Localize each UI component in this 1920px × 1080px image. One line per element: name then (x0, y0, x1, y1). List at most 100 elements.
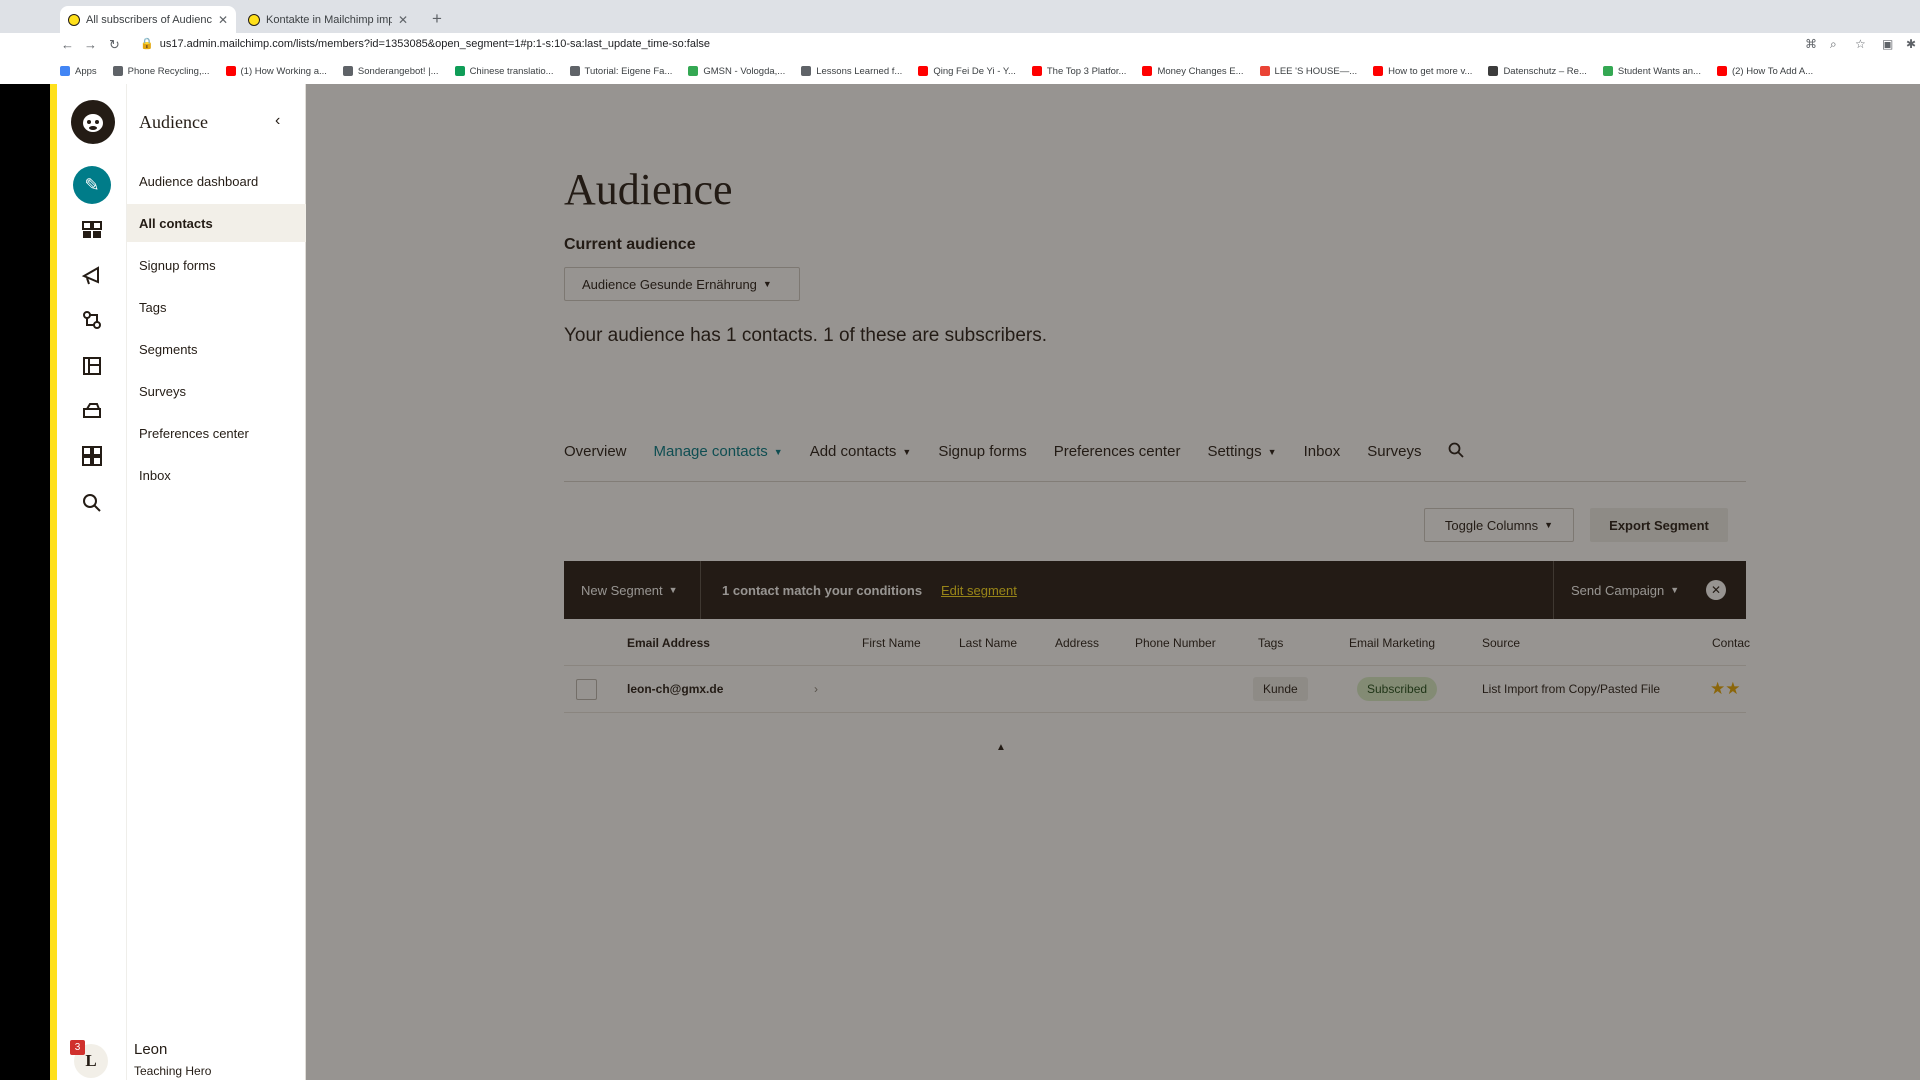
edit-segment-link[interactable]: Edit segment (941, 583, 1017, 598)
bookmark-item[interactable]: Phone Recycling,... (112, 65, 210, 77)
bookmark-item[interactable]: Qing Fei De Yi - Y... (918, 66, 1016, 77)
column-header-contact-rating[interactable]: Contac (1712, 636, 1750, 650)
export-segment-button[interactable]: Export Segment (1590, 508, 1728, 542)
notification-badge[interactable]: 3 (70, 1040, 85, 1055)
sidebar-item-inbox[interactable]: Inbox (127, 456, 306, 494)
tab-signup-forms[interactable]: Signup forms (938, 442, 1026, 481)
sidebar-item-segments[interactable]: Segments (127, 330, 306, 368)
integrations-icon[interactable] (76, 440, 108, 472)
sidebar-item-all-contacts[interactable]: All contacts (127, 204, 306, 242)
chevron-left-icon[interactable]: ‹ (275, 112, 280, 130)
bookmark-label: GMSN - Vologda,... (703, 65, 786, 77)
column-header-last-name[interactable]: Last Name (959, 636, 1017, 650)
close-icon[interactable]: ✕ (1706, 580, 1726, 600)
extension-icon[interactable]: ▣ (1882, 37, 1893, 51)
pencil-icon[interactable]: ✎ (73, 166, 111, 204)
forward-icon[interactable]: → (84, 37, 97, 52)
close-tab-icon[interactable]: ✕ (218, 13, 228, 27)
bookmark-item[interactable]: Chinese translatio... (454, 66, 554, 77)
back-icon[interactable]: ← (61, 37, 74, 52)
chevron-down-icon: ▼ (902, 447, 912, 458)
sidebar-item-tags[interactable]: Tags (127, 288, 306, 326)
bookmark-favicon-icon (112, 66, 123, 76)
main-content: Audience Current audience Audience Gesun… (306, 84, 1920, 1080)
bookmark-favicon-icon (569, 66, 580, 76)
bookmark-label: Tutorial: Eigene Fa... (584, 65, 673, 77)
sidebar-item-preferences-center[interactable]: Preferences center (127, 414, 306, 452)
segment-bar: New Segment ▼ 1 contact match your condit… (564, 561, 1746, 619)
sidebar-item-surveys[interactable]: Surveys (127, 372, 306, 410)
bookmark-favicon-icon (454, 66, 465, 76)
bookmark-item[interactable]: Money Changes E... (1142, 66, 1244, 77)
new-segment-button[interactable]: New Segment ▼ (564, 561, 701, 619)
bookmark-favicon-icon (225, 66, 236, 76)
new-tab-button[interactable]: + (432, 9, 442, 29)
toggle-columns-button[interactable]: Toggle Columns ▼ (1424, 508, 1574, 542)
tab-inbox[interactable]: Inbox (1304, 442, 1341, 481)
bookmark-favicon-icon (918, 66, 929, 76)
bookmark-item[interactable]: The Top 3 Platfor... (1031, 66, 1126, 77)
zoom-icon[interactable]: ⌕ (1830, 37, 1837, 52)
bookmark-item[interactable]: Student Wants an... (1602, 66, 1701, 77)
column-header-first-name[interactable]: First Name (862, 636, 921, 650)
content-icon[interactable] (76, 395, 108, 427)
bookmark-item[interactable]: (1) How Working a... (225, 66, 327, 77)
bookmark-label: Phone Recycling,... (127, 65, 210, 77)
contacts-icon[interactable] (76, 214, 108, 246)
bookmark-item[interactable]: Lessons Learned f... (801, 66, 902, 77)
bookmark-item[interactable]: GMSN - Vologda,... (688, 66, 785, 77)
audience-select[interactable]: Audience Gesunde Ernährung ▼ (564, 267, 800, 301)
row-checkbox[interactable] (576, 679, 597, 700)
browser-tab-active[interactable]: All subscribers of Audience Ge ✕ (60, 6, 236, 33)
tab-settings-label: Settings (1207, 443, 1262, 460)
mailchimp-logo-icon[interactable] (71, 100, 115, 144)
mailchimp-favicon-icon (68, 13, 80, 26)
search-icon[interactable] (1448, 442, 1465, 481)
bookmark-item[interactable]: Tutorial: Eigene Fa... (569, 65, 673, 77)
column-header-source[interactable]: Source (1482, 636, 1520, 650)
bookmark-item[interactable]: (2) How To Add A... (1716, 66, 1813, 77)
chevron-down-icon: ▼ (762, 279, 772, 289)
bookmark-label: How to get more v... (1388, 65, 1473, 77)
column-header-phone[interactable]: Phone Number (1135, 636, 1216, 650)
column-header-email[interactable]: Email Address (627, 636, 710, 650)
column-header-tags[interactable]: Tags (1258, 636, 1283, 650)
sidebar-item-audience-dashboard[interactable]: Audience dashboard (127, 162, 306, 200)
table-row[interactable]: leon-ch@gmx.de › Kunde Subscribed List I… (564, 665, 1746, 713)
user-subtitle: Teaching Hero (134, 1064, 212, 1078)
bookmark-favicon-icon (60, 66, 70, 76)
bookmark-item[interactable]: LEE 'S HOUSE—... (1259, 66, 1357, 77)
sidebar-item-signup-forms[interactable]: Signup forms (127, 246, 306, 284)
close-tab-icon[interactable]: ✕ (398, 13, 408, 27)
bookmark-item[interactable]: Datenschutz – Re... (1488, 66, 1587, 77)
column-header-email-marketing[interactable]: Email Marketing (1349, 636, 1435, 650)
audience-select-value: Audience Gesunde Ernährung (582, 276, 757, 292)
account-menu[interactable]: Leon Teaching Hero (134, 1041, 211, 1078)
column-header-address[interactable]: Address (1055, 636, 1099, 650)
bookmark-item[interactable]: Sonderangebot! |... (342, 66, 439, 77)
search-icon[interactable] (76, 487, 108, 519)
tab-surveys[interactable]: Surveys (1367, 442, 1421, 481)
puzzle-icon[interactable]: ✱ (1906, 37, 1916, 51)
chevron-down-icon: ▼ (1544, 520, 1554, 530)
tab-preferences-center[interactable]: Preferences center (1054, 442, 1181, 481)
website-icon[interactable] (76, 350, 108, 382)
row-email[interactable]: leon-ch@gmx.de (627, 682, 723, 696)
tab-surveys-label: Surveys (1367, 443, 1422, 460)
browser-tab[interactable]: Kontakte in Mailchimp importi ✕ (240, 6, 416, 33)
bookmark-item[interactable]: Apps (60, 66, 97, 77)
tab-overview[interactable]: Overview (564, 442, 627, 481)
bookmarks-bar: Apps Phone Recycling,... (1) How Working a… (0, 60, 1920, 82)
chevron-right-icon[interactable]: › (814, 682, 818, 696)
reload-icon[interactable]: ↻ (109, 37, 120, 53)
tab-add-contacts[interactable]: Add contacts ▼ (810, 442, 912, 481)
send-campaign-button[interactable]: Send Campaign ▼ (1553, 561, 1691, 619)
automations-icon[interactable] (76, 304, 108, 336)
tab-manage-contacts[interactable]: Manage contacts ▼ (654, 442, 783, 481)
campaigns-icon[interactable] (76, 259, 108, 291)
address-bar[interactable]: 🔒 us17.admin.mailchimp.com/lists/members?… (140, 37, 710, 50)
tab-settings[interactable]: Settings ▼ (1207, 442, 1276, 481)
bookmark-star-icon[interactable]: ☆ (1855, 37, 1866, 51)
bookmark-item[interactable]: How to get more v... (1373, 66, 1472, 77)
translate-icon[interactable]: ⌘ (1805, 37, 1817, 51)
